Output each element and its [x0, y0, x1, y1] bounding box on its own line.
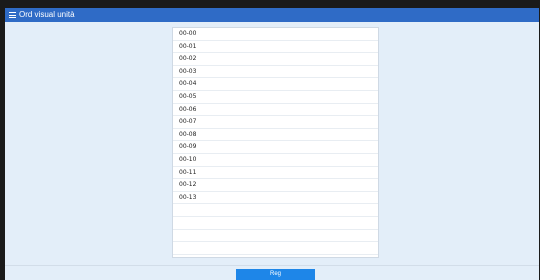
- hamburger-menu-icon[interactable]: [9, 12, 16, 18]
- list-item[interactable]: 00-00: [173, 28, 378, 41]
- list-item[interactable]: 00-01: [173, 41, 378, 54]
- list-item[interactable]: 00-02: [173, 53, 378, 66]
- empty-list-item: [173, 217, 378, 230]
- list-item[interactable]: 00-03: [173, 66, 378, 79]
- list-item[interactable]: 00-04: [173, 78, 378, 91]
- list-item[interactable]: 00-13: [173, 192, 378, 205]
- empty-list-item: [173, 230, 378, 243]
- list-item[interactable]: 00-10: [173, 154, 378, 167]
- list-item[interactable]: 00-08: [173, 129, 378, 142]
- list-item[interactable]: 00-07: [173, 116, 378, 129]
- list-item[interactable]: 00-12: [173, 179, 378, 192]
- window-title: Ord visual unità: [19, 10, 75, 19]
- list-item[interactable]: 00-11: [173, 167, 378, 180]
- empty-list-item: [173, 242, 378, 255]
- empty-list-item: [173, 204, 378, 217]
- unit-list[interactable]: 00-00 00-01 00-02 00-03 00-04 00-05 00-0…: [172, 27, 379, 258]
- reg-button[interactable]: Reg: [236, 269, 315, 280]
- app-window: Ord visual unità 00-00 00-01 00-02 00-03…: [5, 8, 539, 280]
- footer-bar: Reg: [5, 265, 539, 280]
- list-item[interactable]: 00-09: [173, 141, 378, 154]
- title-bar: Ord visual unità: [5, 8, 539, 22]
- list-item[interactable]: 00-05: [173, 91, 378, 104]
- main-content: 00-00 00-01 00-02 00-03 00-04 00-05 00-0…: [5, 22, 539, 265]
- list-item[interactable]: 00-06: [173, 104, 378, 117]
